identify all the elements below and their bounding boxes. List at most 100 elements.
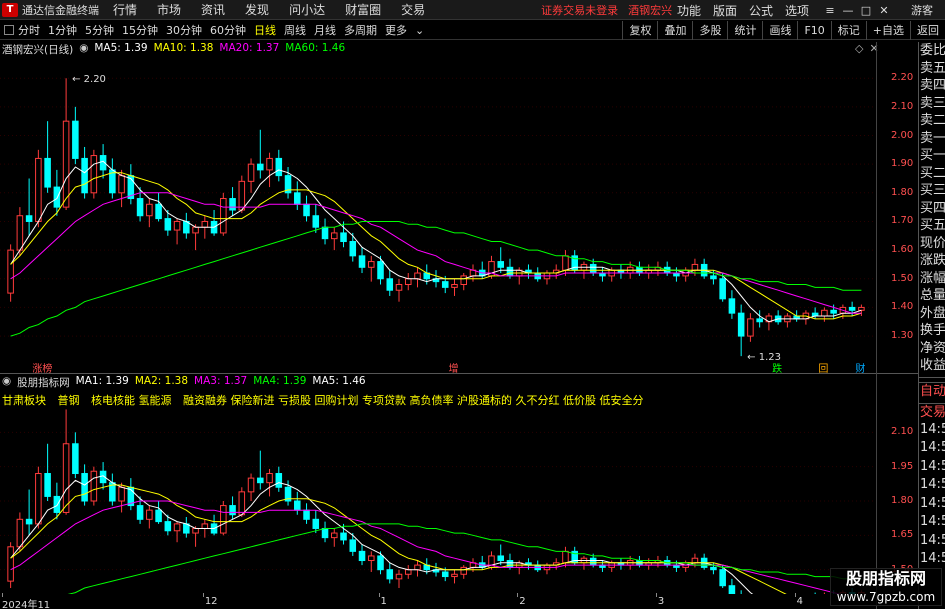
minimize-icon[interactable]: — [839, 4, 857, 17]
candle-body [367, 261, 375, 268]
menu-function[interactable]: 功能 [677, 2, 701, 19]
concept-tag[interactable]: 融资融券 保险新进 亏损股 回购计划 专项贷款 高负债率 沪股通标的 久不分红 … [183, 394, 643, 407]
quote-field-label: 14:56 [920, 477, 945, 492]
menu-wealth[interactable]: 财富圈 [345, 1, 381, 18]
maximize-icon[interactable]: □ [857, 4, 875, 17]
restore-rights-button[interactable]: 复权 [622, 21, 657, 40]
quote-field-label: 14:56 [920, 440, 945, 455]
period-15min[interactable]: 15分钟 [122, 22, 158, 38]
date-tick-label: 2 [519, 596, 526, 607]
y-tick-label: 2.20 [891, 72, 914, 84]
statistics-button[interactable]: 统计 [727, 21, 762, 40]
candle-body [340, 232, 347, 243]
period-daily[interactable]: 日线 [254, 22, 276, 38]
candle-body [146, 509, 153, 520]
period-30min[interactable]: 30分钟 [166, 22, 202, 38]
quote-field-label: 卖三 [920, 95, 945, 111]
date-tick-mark [378, 593, 380, 597]
period-weekly[interactable]: 周线 [284, 22, 306, 38]
y-tick-label: 1.60 [891, 244, 914, 256]
candle-body [81, 473, 88, 502]
menu-trade[interactable]: 交易 [401, 1, 425, 18]
menu-bar: T 通达信金融终端 行情 市场 资讯 发现 问小达 财富圈 交易 证券交易未登录… [0, 0, 945, 20]
back-button[interactable]: 返回 [910, 21, 945, 40]
candle-body [386, 278, 394, 291]
quote-field-label: 现价 [920, 235, 945, 251]
date-tick-mark [794, 593, 796, 597]
sub-indicator-name[interactable]: 股朋指标网 [17, 375, 70, 390]
period-1min[interactable]: 1分钟 [48, 22, 77, 38]
add-watchlist-button[interactable]: +自选 [865, 21, 910, 40]
toolbar-right: 复权 叠加 多股 统计 画线 F10 标记 +自选 返回 [622, 21, 945, 40]
menu-market[interactable]: 行情 [113, 1, 137, 18]
menu-markets[interactable]: 市场 [157, 1, 181, 18]
f10-button[interactable]: F10 [797, 21, 830, 40]
concept-tag[interactable]: 普钢 [58, 394, 80, 407]
menu-discover[interactable]: 发现 [245, 1, 269, 18]
candle-body [395, 573, 403, 580]
candle-body [691, 557, 699, 564]
date-tick-mark [2, 593, 3, 597]
main-candlestick-chart[interactable]: ← 2.20← 1.23 [0, 55, 876, 365]
date-tick-label: 12 [204, 596, 218, 607]
menu-ask[interactable]: 问小达 [289, 1, 325, 18]
login-warning[interactable]: 证券交易未登录 [541, 2, 618, 18]
menu-icon[interactable]: ≡ [821, 4, 839, 17]
period-intraday[interactable]: 分时 [18, 22, 40, 38]
chevron-down-icon[interactable]: ⌄ [415, 24, 424, 37]
mark-button[interactable]: 标记 [830, 21, 866, 40]
period-60min[interactable]: 60分钟 [210, 22, 246, 38]
candle-body [747, 318, 754, 337]
candle-body [201, 220, 209, 228]
candle-body [62, 120, 70, 208]
candle-body [7, 249, 14, 294]
candle-body [830, 309, 837, 314]
candle-body [294, 500, 301, 511]
menu-news[interactable]: 资讯 [201, 1, 225, 18]
ma5-line [10, 160, 862, 323]
quote-field-label: 买一 [920, 148, 945, 163]
concept-tag[interactable]: 核电核能 氢能源 [91, 394, 172, 407]
sub-ma1: MA1: 1.39 [75, 375, 129, 387]
candle-body [90, 470, 98, 502]
period-more[interactable]: 更多 [385, 22, 407, 38]
close-icon[interactable]: ✕ [875, 4, 893, 17]
candle-body [25, 518, 33, 525]
candle-body [164, 521, 172, 532]
period-multi[interactable]: 多周期 [344, 22, 377, 38]
date-axis: 2024年11 12 1 2 3 4 [0, 593, 876, 609]
candle-body [118, 486, 125, 502]
candle-body [173, 523, 181, 532]
multi-stock-button[interactable]: 多股 [692, 21, 727, 40]
menu-formula[interactable]: 公式 [749, 2, 773, 19]
candle-body [173, 220, 181, 231]
quote-field-label: 14:56 [920, 458, 945, 474]
guest-button[interactable]: 游客 [911, 2, 933, 18]
period-5min[interactable]: 5分钟 [85, 22, 114, 38]
candle-body [53, 186, 61, 208]
candle-body [247, 477, 255, 493]
sub-toggle-icon[interactable]: ◉ [2, 375, 11, 390]
candle-body [728, 585, 736, 594]
candle-body [303, 509, 310, 520]
period-monthly[interactable]: 月线 [314, 22, 336, 38]
candle-body [238, 491, 246, 516]
candle-body [44, 473, 51, 497]
quote-field-label: 净资 [920, 340, 945, 356]
overlay-button[interactable]: 叠加 [657, 21, 692, 40]
candle-body [7, 546, 14, 582]
candle-body [386, 569, 394, 580]
pin-icon[interactable] [4, 25, 14, 35]
menu-layout[interactable]: 版面 [713, 2, 737, 19]
concept-tag[interactable]: 甘肃板块 [2, 394, 46, 407]
draw-line-button[interactable]: 画线 [762, 21, 797, 40]
diamond-icon[interactable]: ◇ [855, 42, 863, 55]
candle-body [589, 263, 597, 274]
menu-options[interactable]: 选项 [785, 2, 809, 19]
right-menu: 功能 版面 公式 选项 ≡ — □ ✕ 游客 [677, 0, 945, 20]
candle-body [275, 473, 283, 488]
sub-legend: ◉ 股朋指标网 MA1: 1.39 MA2: 1.38 MA3: 1.37 MA… [2, 375, 366, 390]
candle-body [441, 281, 449, 288]
close-panel-icon[interactable]: ✕ [869, 42, 878, 55]
sub-indicator-chart[interactable] [0, 408, 876, 594]
